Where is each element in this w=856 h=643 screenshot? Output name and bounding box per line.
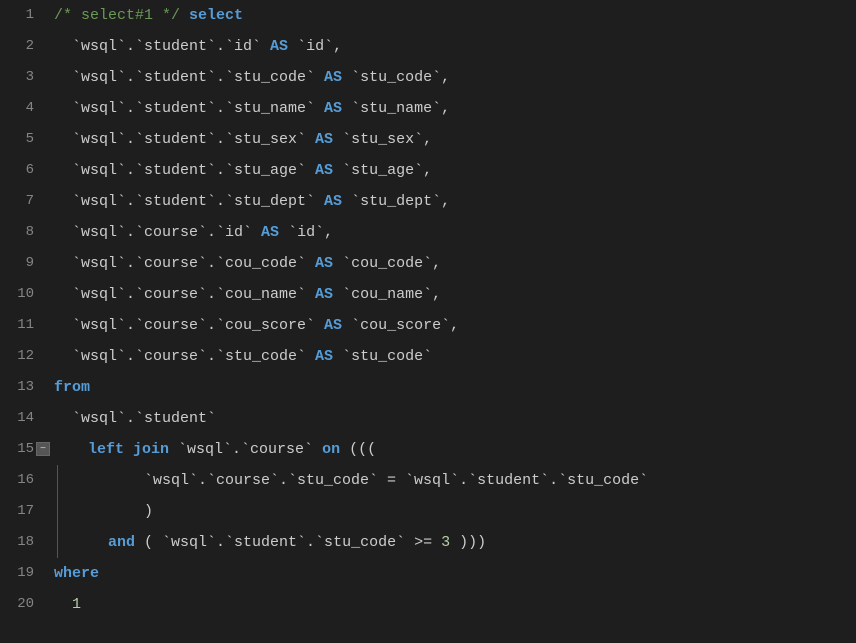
- line-content: from: [50, 372, 856, 403]
- line-content: `wsql`.`student`.`stu_age` AS `stu_age`,: [50, 155, 856, 186]
- table-row: 14 `wsql`.`student`: [0, 403, 856, 434]
- table-row: 9 `wsql`.`course`.`cou_code` AS `cou_cod…: [0, 248, 856, 279]
- line-number: 5: [0, 124, 50, 155]
- line-number: 20: [0, 589, 50, 620]
- table-row: 19where: [0, 558, 856, 589]
- line-number: 8: [0, 217, 50, 248]
- line-number: 7: [0, 186, 50, 217]
- line-content: `wsql`.`student`.`stu_sex` AS `stu_sex`,: [50, 124, 856, 155]
- line-content: `wsql`.`course`.`cou_score` AS `cou_scor…: [50, 310, 856, 341]
- line-content: `wsql`.`student`.`stu_code` AS `stu_code…: [50, 62, 856, 93]
- line-number: 16: [0, 465, 50, 496]
- table-row: 13from: [0, 372, 856, 403]
- table-row: 12 `wsql`.`course`.`stu_code` AS `stu_co…: [0, 341, 856, 372]
- line-content: `wsql`.`course`.`cou_name` AS `cou_name`…: [50, 279, 856, 310]
- line-number: 17: [0, 496, 50, 527]
- line-number: 4: [0, 93, 50, 124]
- line-content: `wsql`.`student`.`id` AS `id`,: [50, 31, 856, 62]
- line-number: 10: [0, 279, 50, 310]
- line-content: left join `wsql`.`course` on (((: [50, 434, 856, 465]
- line-number: 18: [0, 527, 50, 558]
- table-row: 4 `wsql`.`student`.`stu_name` AS `stu_na…: [0, 93, 856, 124]
- table-row: 10 `wsql`.`course`.`cou_name` AS `cou_na…: [0, 279, 856, 310]
- line-number: 6: [0, 155, 50, 186]
- line-content: where: [50, 558, 856, 589]
- line-number: 3: [0, 62, 50, 93]
- table-row: 5 `wsql`.`student`.`stu_sex` AS `stu_sex…: [0, 124, 856, 155]
- table-row: 20 1: [0, 589, 856, 620]
- line-content: 1: [50, 589, 856, 620]
- table-row: 16 `wsql`.`course`.`stu_code` = `wsql`.`…: [0, 465, 856, 496]
- table-row: 2 `wsql`.`student`.`id` AS `id`,: [0, 31, 856, 62]
- line-content: /* select#1 */ select: [50, 0, 856, 31]
- line-number: 19: [0, 558, 50, 589]
- table-row: 15− left join `wsql`.`course` on (((: [0, 434, 856, 465]
- line-content: `wsql`.`course`.`stu_code` = `wsql`.`stu…: [50, 465, 856, 496]
- line-content: `wsql`.`course`.`stu_code` AS `stu_code`: [50, 341, 856, 372]
- line-number: 14: [0, 403, 50, 434]
- table-row: 17 ): [0, 496, 856, 527]
- line-content: `wsql`.`course`.`cou_code` AS `cou_code`…: [50, 248, 856, 279]
- line-number: 9: [0, 248, 50, 279]
- line-number: 13: [0, 372, 50, 403]
- line-content: `wsql`.`student`.`stu_dept` AS `stu_dept…: [50, 186, 856, 217]
- line-content: `wsql`.`student`: [50, 403, 856, 434]
- table-row: 6 `wsql`.`student`.`stu_age` AS `stu_age…: [0, 155, 856, 186]
- line-content: and ( `wsql`.`student`.`stu_code` >= 3 )…: [50, 527, 856, 558]
- table-row: 1/* select#1 */ select: [0, 0, 856, 31]
- fold-icon[interactable]: −: [36, 442, 50, 456]
- line-number: 2: [0, 31, 50, 62]
- line-number: 12: [0, 341, 50, 372]
- line-number: 11: [0, 310, 50, 341]
- table-row: 7 `wsql`.`student`.`stu_dept` AS `stu_de…: [0, 186, 856, 217]
- table-row: 11 `wsql`.`course`.`cou_score` AS `cou_s…: [0, 310, 856, 341]
- table-row: 8 `wsql`.`course`.`id` AS `id`,: [0, 217, 856, 248]
- line-content: `wsql`.`student`.`stu_name` AS `stu_name…: [50, 93, 856, 124]
- line-content: ): [50, 496, 856, 527]
- table-row: 18 and ( `wsql`.`student`.`stu_code` >= …: [0, 527, 856, 558]
- line-number: 1: [0, 0, 50, 31]
- code-editor: 1/* select#1 */ select2 `wsql`.`student`…: [0, 0, 856, 643]
- table-row: 3 `wsql`.`student`.`stu_code` AS `stu_co…: [0, 62, 856, 93]
- line-content: `wsql`.`course`.`id` AS `id`,: [50, 217, 856, 248]
